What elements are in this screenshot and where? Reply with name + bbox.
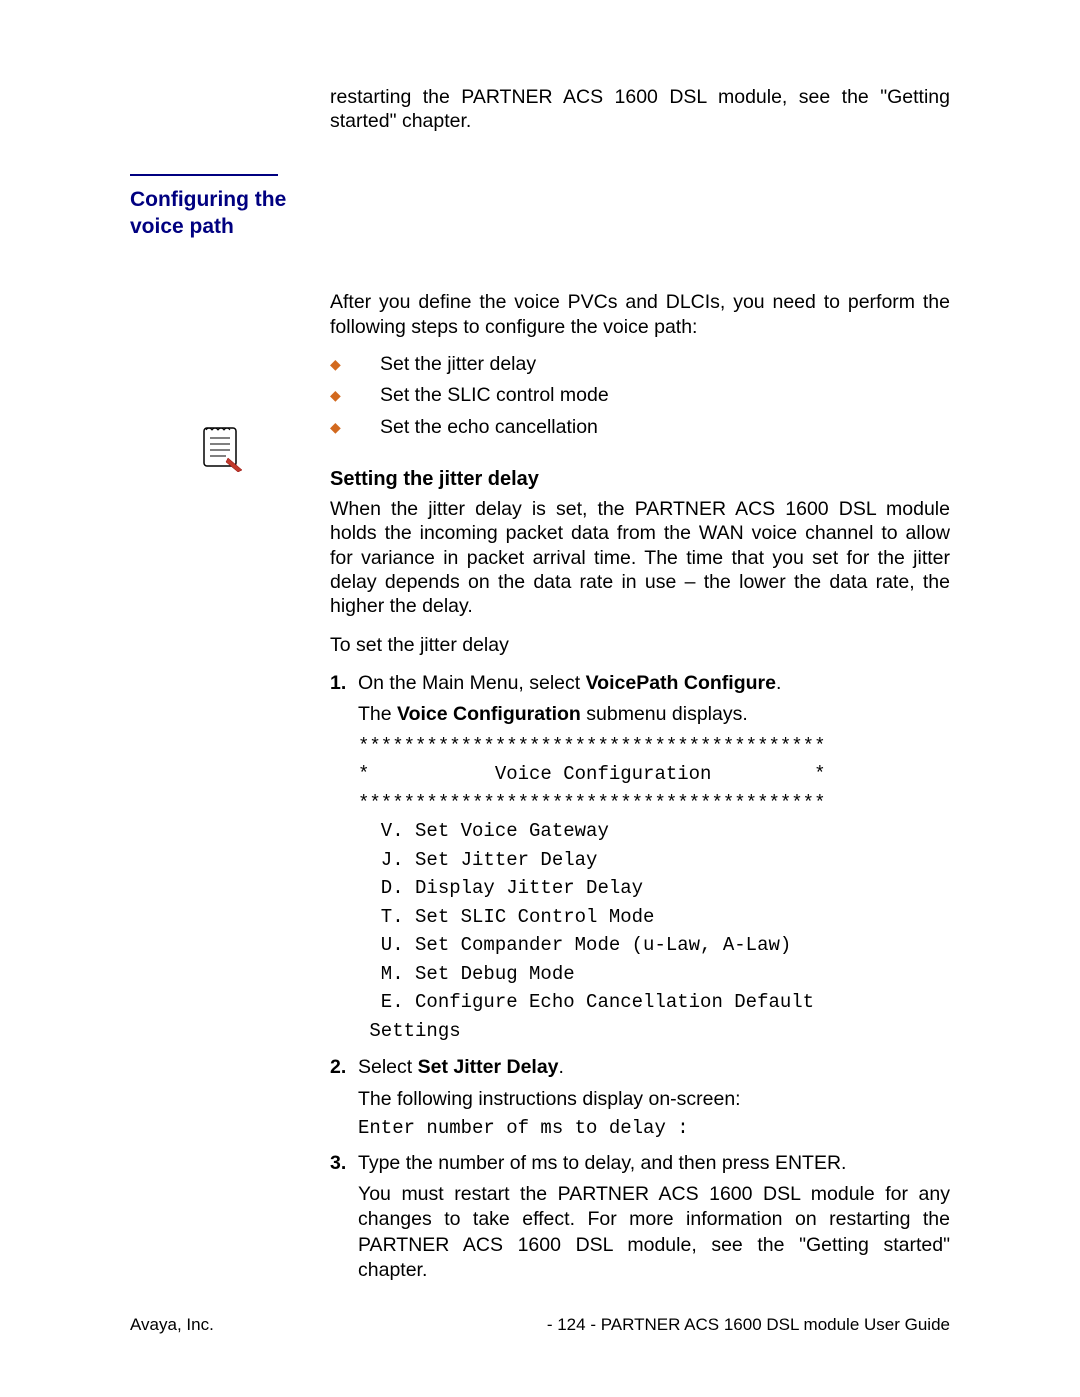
- list-item-text: Set the SLIC control mode: [380, 381, 609, 410]
- step-subtext: The Voice Configuration submenu displays…: [358, 702, 950, 727]
- top-continued-text: restarting the PARTNER ACS 1600 DSL modu…: [330, 85, 950, 134]
- diamond-bullet-icon: ◆: [330, 417, 380, 438]
- jitter-paragraph: When the jitter delay is set, the PARTNE…: [330, 497, 950, 619]
- bold-fragment: Voice Configuration: [397, 703, 581, 725]
- text-fragment: Select: [358, 1056, 418, 1078]
- intro-paragraph: After you define the voice PVCs and DLCI…: [330, 290, 950, 339]
- list-item-text: Set the echo cancellation: [380, 413, 598, 442]
- subheading-jitter: Setting the jitter delay: [330, 468, 950, 491]
- step-number: 2.: [330, 1055, 346, 1080]
- list-item: ◆ Set the SLIC control mode: [330, 380, 950, 411]
- step-subtext: You must restart the PARTNER ACS 1600 DS…: [358, 1182, 950, 1283]
- notepad-icon: [198, 422, 244, 472]
- step-3: 3. Type the number of ms to delay, and t…: [330, 1151, 950, 1284]
- bullet-list: ◆ Set the jitter delay ◆ Set the SLIC co…: [330, 349, 950, 443]
- list-item: ◆ Set the echo cancellation: [330, 412, 950, 443]
- list-item: ◆ Set the jitter delay: [330, 349, 950, 380]
- bold-fragment: Set Jitter Delay: [418, 1056, 559, 1078]
- text-fragment: On the Main Menu, select: [358, 672, 586, 694]
- page-footer: Avaya, Inc. - 124 - PARTNER ACS 1600 DSL…: [130, 1315, 950, 1335]
- step-number: 1.: [330, 671, 346, 696]
- text-fragment: The: [358, 703, 397, 725]
- step-text: Select Set Jitter Delay.: [358, 1056, 564, 1078]
- step-number: 3.: [330, 1151, 346, 1176]
- screen-prompt: Enter number of ms to delay :: [358, 1116, 950, 1141]
- step-2: 2. Select Set Jitter Delay. The followin…: [330, 1055, 950, 1140]
- footer-left: Avaya, Inc.: [130, 1315, 214, 1335]
- diamond-bullet-icon: ◆: [330, 354, 380, 375]
- step-text: Type the number of ms to delay, and then…: [358, 1152, 846, 1174]
- diamond-bullet-icon: ◆: [330, 385, 380, 406]
- section-heading: Configuring the voice path: [130, 186, 330, 241]
- bold-fragment: VoicePath Configure: [586, 672, 776, 694]
- text-fragment: submenu displays.: [581, 703, 748, 725]
- ordered-steps: 1. On the Main Menu, select VoicePath Co…: [330, 671, 950, 1283]
- step-subtext: The following instructions display on-sc…: [358, 1087, 950, 1112]
- step-1: 1. On the Main Menu, select VoicePath Co…: [330, 671, 950, 1045]
- to-set-line: To set the jitter delay: [330, 633, 950, 657]
- text-fragment: .: [776, 672, 781, 694]
- menu-output: ****************************************…: [358, 732, 950, 1046]
- list-item-text: Set the jitter delay: [380, 350, 536, 379]
- text-fragment: .: [559, 1056, 564, 1078]
- step-text: On the Main Menu, select VoicePath Confi…: [358, 672, 781, 694]
- footer-right: - 124 - PARTNER ACS 1600 DSL module User…: [547, 1315, 950, 1335]
- section-rule: [130, 174, 278, 176]
